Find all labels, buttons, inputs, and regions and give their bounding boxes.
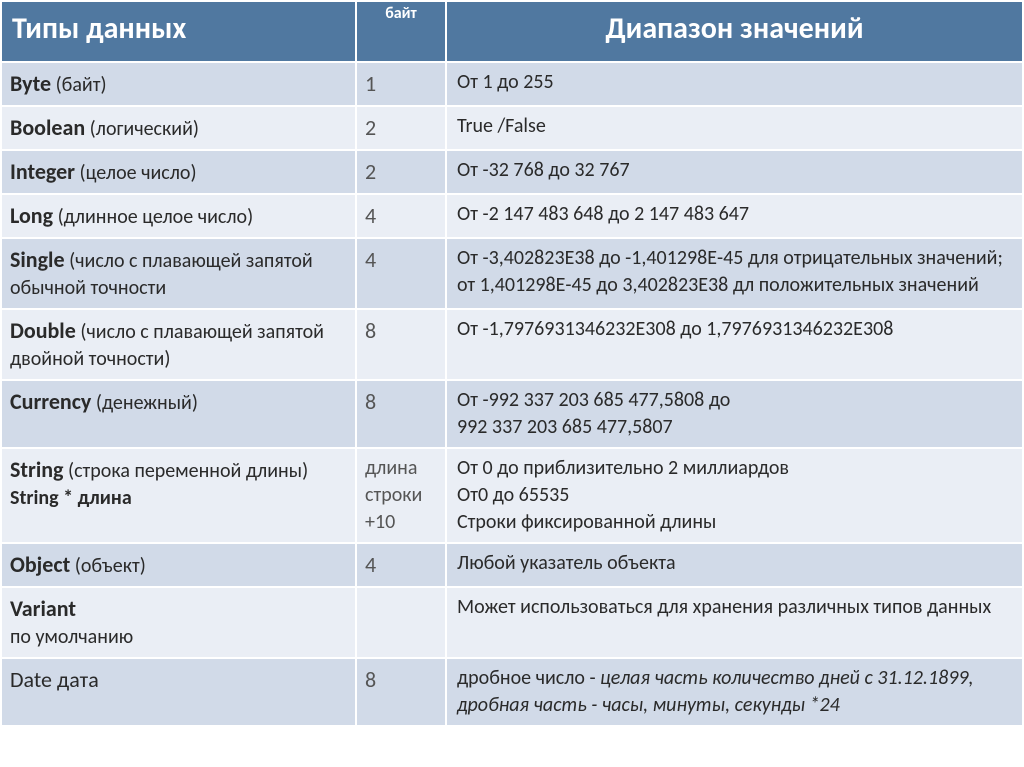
type-bytes: 8 bbox=[356, 658, 446, 726]
type-name: Byte bbox=[10, 70, 51, 97]
range-line: От -992 337 203 685 477,5808 до bbox=[457, 387, 1012, 414]
type-desc: (денежный) bbox=[96, 391, 198, 415]
type-name: Double bbox=[10, 317, 76, 344]
type-sub: по умолчанию bbox=[10, 624, 345, 651]
table-row: Variant по умолчанию Может использоватьс… bbox=[1, 587, 1023, 658]
type-bytes: 4 bbox=[356, 194, 446, 238]
type-desc: (целое число) bbox=[80, 161, 197, 185]
type-name: Boolean bbox=[10, 114, 85, 141]
type-sub: String * длина bbox=[10, 485, 345, 512]
range-prefix: дробное число - bbox=[457, 666, 600, 690]
type-bytes: 4 bbox=[356, 238, 446, 309]
type-bytes: 1 bbox=[356, 62, 446, 106]
type-range: True /False bbox=[446, 106, 1023, 150]
table-row: Long (длинное целое число) 4 От -2 147 4… bbox=[1, 194, 1023, 238]
type-bytes: 8 bbox=[356, 380, 446, 448]
range-line: 992 337 203 685 477,5807 bbox=[457, 414, 1012, 441]
type-name: Long bbox=[10, 202, 53, 229]
type-bytes: 8 bbox=[356, 309, 446, 380]
type-bytes: 2 bbox=[356, 106, 446, 150]
range-line: Строки фиксированной длины bbox=[457, 509, 1012, 536]
type-desc: (объект) bbox=[75, 554, 146, 578]
type-name: Object bbox=[10, 551, 70, 578]
data-types-table: Типы данных байт Диапазон значений Byte … bbox=[0, 0, 1024, 727]
range-line: От 0 до приблизительно 2 миллиардов bbox=[457, 455, 1012, 482]
type-desc: (логический) bbox=[90, 117, 199, 141]
type-name: String bbox=[10, 456, 64, 483]
table-row: String (строка переменной длины) String … bbox=[1, 448, 1023, 543]
type-range: дробное число - целая часть количество д… bbox=[446, 658, 1023, 726]
header-bytes: байт bbox=[356, 1, 446, 62]
table-row: Byte (байт) 1 От 1 до 255 bbox=[1, 62, 1023, 106]
type-range: От -2 147 483 648 до 2 147 483 647 bbox=[446, 194, 1023, 238]
header-types: Типы данных bbox=[1, 1, 356, 62]
type-bytes: 4 bbox=[356, 543, 446, 587]
table-header-row: Типы данных байт Диапазон значений bbox=[1, 1, 1023, 62]
table-row: Integer (целое число) 2 От -32 768 до 32… bbox=[1, 150, 1023, 194]
type-name: Currency bbox=[10, 388, 91, 415]
type-desc: (байт) bbox=[56, 73, 107, 97]
type-range: От -992 337 203 685 477,5808 до 992 337 … bbox=[446, 380, 1023, 448]
type-range: От -1,7976931346232Е308 до 1,79769313462… bbox=[446, 309, 1023, 380]
type-range: От -32 768 до 32 767 bbox=[446, 150, 1023, 194]
table-row: Currency (денежный) 8 От -992 337 203 68… bbox=[1, 380, 1023, 448]
type-bytes bbox=[356, 587, 446, 658]
table-row: Boolean (логический) 2 True /False bbox=[1, 106, 1023, 150]
table-row: Single (число с плавающей запятой обычно… bbox=[1, 238, 1023, 309]
table-row: Double (число с плавающей запятой двойно… bbox=[1, 309, 1023, 380]
type-name: Integer bbox=[10, 158, 75, 185]
type-bytes: длина строки +10 bbox=[356, 448, 446, 543]
range-line: от 1,401298Е-45 до 3,402823Е38 дл положи… bbox=[457, 272, 1012, 299]
type-desc: (длинное целое число) bbox=[58, 205, 254, 229]
range-line: От -3,402823Е38 до -1,401298Е-45 для отр… bbox=[457, 245, 1012, 272]
type-range: Может использоваться для хранения различ… bbox=[446, 587, 1023, 658]
type-name: Single bbox=[10, 246, 65, 273]
table-row: Date дата 8 дробное число - целая часть … bbox=[1, 658, 1023, 726]
type-range: От 0 до приблизительно 2 миллиардов От0 … bbox=[446, 448, 1023, 543]
header-range: Диапазон значений bbox=[446, 1, 1023, 62]
type-range: От -3,402823Е38 до -1,401298Е-45 для отр… bbox=[446, 238, 1023, 309]
type-range: От 1 до 255 bbox=[446, 62, 1023, 106]
type-bytes: 2 bbox=[356, 150, 446, 194]
type-desc: (строка переменной длины) bbox=[68, 459, 308, 483]
type-name: Date дата bbox=[10, 666, 99, 693]
range-line: От0 до 65535 bbox=[457, 482, 1012, 509]
table-row: Object (объект) 4 Любой указатель объект… bbox=[1, 543, 1023, 587]
type-range: Любой указатель объекта bbox=[446, 543, 1023, 587]
type-name: Variant bbox=[10, 595, 76, 622]
